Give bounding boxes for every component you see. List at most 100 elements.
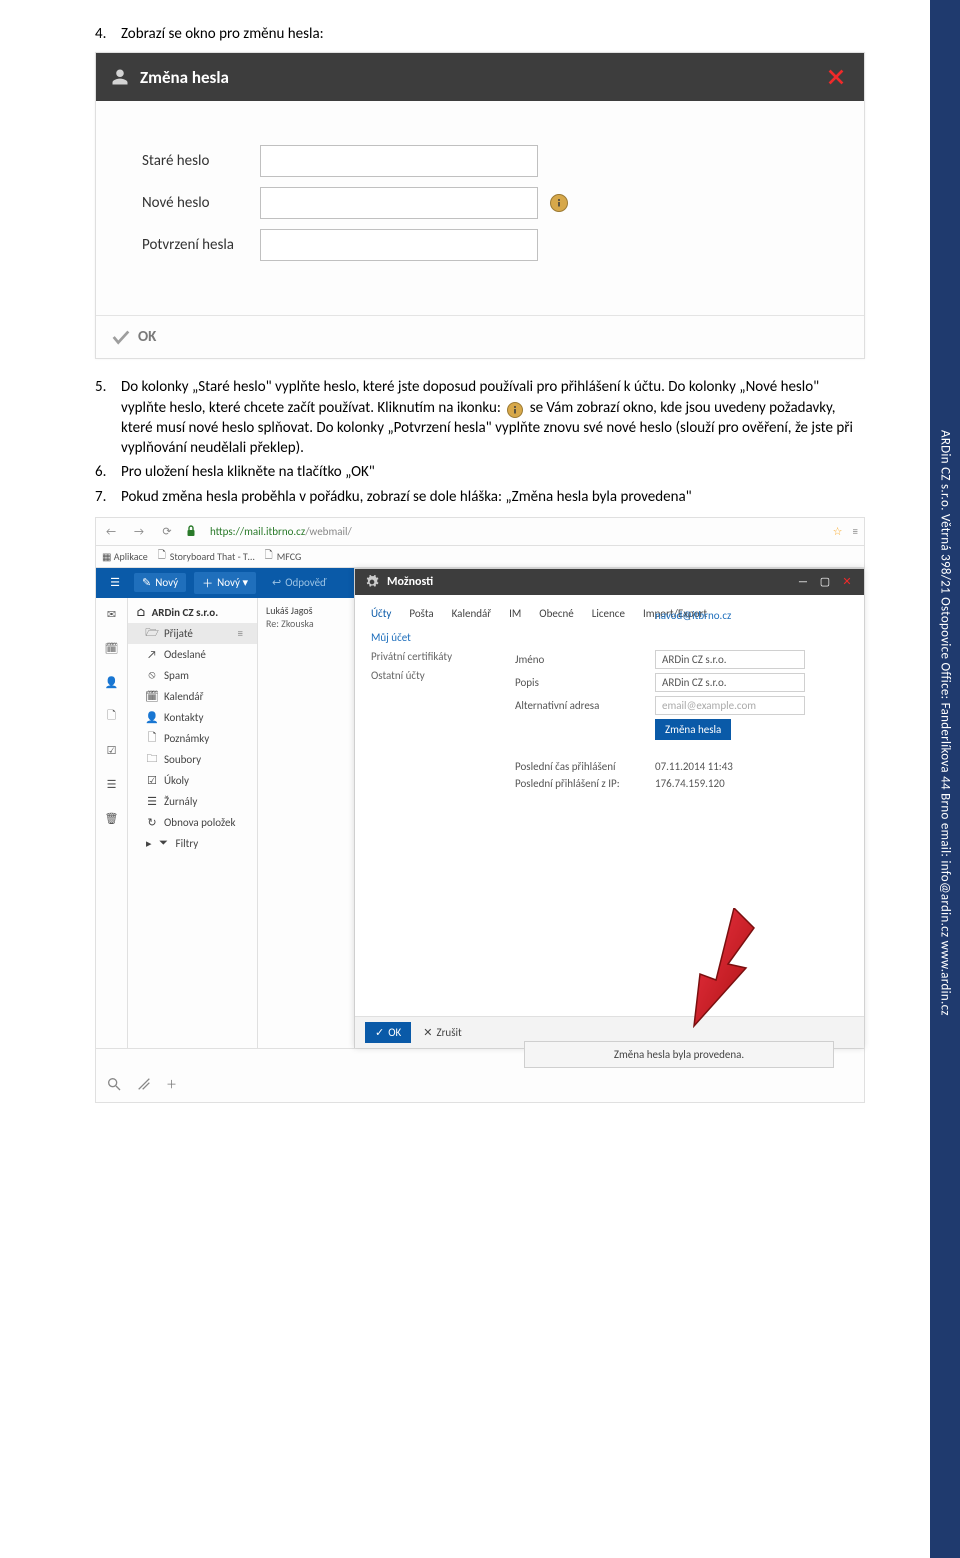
bookmark-item[interactable]: 🗋 MFCG [265, 548, 302, 565]
lock-icon [186, 525, 196, 537]
modal-sidebar: Můj účet Privátní certifikáty Ostatní úč… [371, 625, 452, 688]
cancel-button[interactable]: ✕ Zrušit [423, 1026, 462, 1039]
nav-calendar[interactable]: 🗓Kalendář [128, 686, 257, 707]
alt-input[interactable]: email@example.com [655, 696, 805, 715]
url-field[interactable]: https://mail.itbrno.cz/webmail/ [206, 523, 823, 540]
nav-account[interactable]: ⌂ ARDin CZ s.r.o. [128, 602, 257, 623]
notes-icon[interactable]: 🗋 [103, 708, 121, 726]
bookmark-item[interactable]: 🗋 Storyboard That - T… [158, 548, 255, 565]
nav-restore[interactable]: ↻Obnova položek [128, 812, 257, 833]
options-modal: Možnosti — ▢ ✕ Účty Pošta Kalendář IM Ob… [354, 568, 864, 1048]
desc-label: Popis [515, 676, 655, 689]
bookmarks-bar: ▦ Aplikace 🗋 Storyboard That - T… 🗋 MFCG [96, 546, 864, 568]
new-password-label: Nové heslo [142, 194, 260, 212]
nav-sent[interactable]: ↗Odeslané [128, 644, 257, 665]
tasks-icon[interactable]: ☑ [103, 742, 121, 760]
search-icon[interactable] [106, 1076, 122, 1092]
desc-input[interactable]: ARDin CZ s.r.o. [655, 673, 805, 692]
step-num: 6. [95, 462, 121, 482]
new-button[interactable]: ✎ Nový [134, 573, 186, 592]
maximize-icon[interactable]: ▢ [818, 575, 832, 589]
toast-message: Změna hesla byla provedena. [524, 1041, 834, 1068]
step-num: 5. [95, 377, 121, 397]
annotation-arrow [674, 908, 764, 1028]
name-input[interactable]: ARDin CZ s.r.o. [655, 650, 805, 669]
back-icon[interactable]: ← [102, 525, 120, 538]
info-icon[interactable] [550, 194, 568, 212]
alt-label: Alternativní adresa [515, 699, 655, 712]
nav-notes[interactable]: 🗋Poznámky [128, 728, 257, 749]
nav-tasks[interactable]: ☑Úkoly [128, 770, 257, 791]
ok-button[interactable]: OK [110, 326, 156, 348]
step-text: Zobrazí se okno pro změnu hesla: [121, 24, 865, 44]
step-4: 4. Zobrazí se okno pro změnu hesla: [95, 24, 865, 44]
ok-label: OK [138, 328, 156, 346]
change-password-button[interactable]: Změna hesla [655, 719, 731, 740]
user-icon [110, 67, 130, 87]
add-icon[interactable]: ＋ [166, 1076, 177, 1092]
account-email: navod@itbrno.cz [655, 609, 848, 622]
step-text: Pro uložení hesla klikněte na tlačítko „… [121, 462, 865, 482]
reload-icon[interactable]: ⟳ [158, 525, 176, 538]
ok-button[interactable]: ✓ OK [365, 1022, 411, 1043]
change-password-dialog: Změna hesla Staré heslo Nové heslo Potvr… [95, 52, 865, 359]
modal-header: Možnosti — ▢ ✕ [355, 569, 864, 595]
message-list: Lukáš Jagoš Re: Zkouska [258, 598, 354, 1048]
nav-filters[interactable]: ▸ ⏷Filtry [128, 833, 257, 854]
confirm-password-input[interactable] [260, 229, 538, 261]
side-certs[interactable]: Privátní certifikáty [371, 650, 452, 663]
contacts-icon[interactable]: 👤 [103, 674, 121, 692]
list-icon[interactable]: ☰ [103, 776, 121, 794]
browser-addressbar: ← → ⟳ https://mail.itbrno.cz/webmail/ ☆ … [96, 518, 864, 546]
resize-icon[interactable] [136, 1076, 152, 1092]
last-ip-value: 176.74.159.120 [655, 777, 848, 790]
trash-icon[interactable]: 🗑 [103, 810, 121, 828]
left-rail: ✉ 🗓 👤 🗋 ☑ ☰ 🗑 [96, 598, 128, 1048]
reply-button[interactable]: ↩ Odpověď [264, 573, 334, 592]
forward-icon[interactable]: → [130, 525, 148, 538]
webmail-screenshot: ← → ⟳ https://mail.itbrno.cz/webmail/ ☆ … [95, 517, 865, 1103]
minimize-icon[interactable]: — [796, 575, 810, 589]
nav-spam[interactable]: ⦸Spam [128, 665, 257, 686]
step-5: 5. Do kolonky „Staré heslo" vyplňte hesl… [95, 377, 865, 458]
old-password-label: Staré heslo [142, 152, 260, 170]
calendar-icon[interactable]: 🗓 [103, 640, 121, 658]
last-ip-label: Poslední přihlášení z IP: [515, 777, 655, 790]
nav-contacts[interactable]: 👤Kontakty [128, 707, 257, 728]
close-icon[interactable]: ✕ [840, 575, 854, 589]
apps-icon[interactable]: ▦ Aplikace [102, 550, 148, 563]
nav-inbox[interactable]: 🗁Přijaté≡ [128, 623, 257, 644]
nav-files[interactable]: 🗀Soubory [128, 749, 257, 770]
step-num: 7. [95, 487, 121, 507]
footer-text: ARDin CZ s.r.o. Větrná 398/21 Ostopovice… [938, 430, 953, 1016]
new-password-input[interactable] [260, 187, 538, 219]
footer-stripe: ARDin CZ s.r.o. Větrná 398/21 Ostopovice… [930, 0, 960, 1558]
name-label: Jméno [515, 653, 655, 666]
dialog-title: Změna hesla [140, 67, 822, 88]
side-my-account[interactable]: Můj účet [371, 631, 452, 644]
side-other[interactable]: Ostatní účty [371, 669, 452, 682]
close-icon[interactable] [822, 63, 850, 91]
modal-form: navod@itbrno.cz JménoARDin CZ s.r.o. Pop… [515, 605, 848, 794]
msg-sender[interactable]: Lukáš Jagoš [266, 604, 346, 617]
menu-icon[interactable]: ≡ [853, 525, 858, 538]
folder-nav: ⌂ ARDin CZ s.r.o. 🗁Přijaté≡ ↗Odeslané ⦸S… [128, 598, 258, 1048]
gear-icon [365, 575, 379, 589]
nav-journals[interactable]: ☰Žurnály [128, 791, 257, 812]
new-dropdown-button[interactable]: ＋ Nový ▾ [194, 572, 256, 594]
msg-subject[interactable]: Re: Zkouska [266, 617, 346, 630]
step-num: 4. [95, 24, 121, 44]
step-6: 6. Pro uložení hesla klikněte na tlačítk… [95, 462, 865, 482]
tab-calendar[interactable]: Kalendář [452, 603, 491, 630]
old-password-input[interactable] [260, 145, 538, 177]
dialog-body: Staré heslo Nové heslo Potvrzení hesla [96, 101, 864, 315]
dialog-header: Změna hesla [96, 53, 864, 101]
step-text: Do kolonky „Staré heslo" vyplňte heslo, … [121, 377, 865, 458]
dialog-footer: OK [96, 315, 864, 358]
last-login-value: 07.11.2014 11:43 [655, 760, 848, 773]
mail-icon[interactable]: ✉ [103, 606, 121, 624]
star-icon[interactable]: ☆ [833, 525, 843, 538]
confirm-password-label: Potvrzení hesla [142, 236, 260, 254]
menu-icon[interactable]: ☰ [104, 576, 126, 589]
step-7: 7. Pokud změna hesla proběhla v pořádku,… [95, 487, 865, 507]
